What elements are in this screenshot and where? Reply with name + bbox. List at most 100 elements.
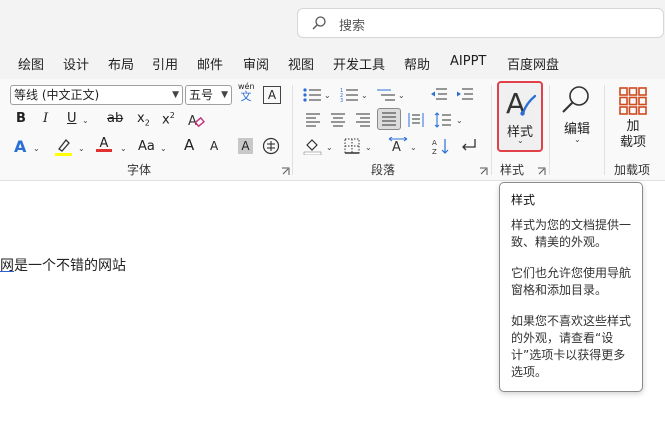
borders-icon[interactable] <box>344 138 360 154</box>
justify-button[interactable] <box>377 108 401 130</box>
bold-button[interactable]: B <box>16 111 26 126</box>
search-placeholder: 搜索 <box>339 19 366 34</box>
dialog-launcher-icon[interactable] <box>537 167 546 176</box>
document-text-first: 网 <box>0 258 14 274</box>
tab-draw[interactable]: 绘图 <box>18 54 44 73</box>
phonetic-guide-button[interactable]: wén 文 <box>238 82 255 103</box>
underline-dropdown-icon[interactable]: ⌄ <box>82 116 89 125</box>
font-group-label: 字体 <box>127 163 152 177</box>
italic-button[interactable]: I <box>43 111 48 126</box>
dialog-launcher-icon[interactable] <box>281 167 290 176</box>
numbering-icon[interactable]: 123 <box>340 87 360 103</box>
show-hide-marks-icon[interactable] <box>460 137 478 155</box>
subscript-button[interactable]: x2 <box>137 111 150 128</box>
chevron-down-icon[interactable]: ⌄ <box>361 91 368 100</box>
group-separator <box>604 85 605 175</box>
grow-font-button[interactable]: A <box>184 136 194 154</box>
document-text-rest: 是一个不错的网站 <box>14 258 126 274</box>
character-shading-button[interactable]: A <box>238 138 253 154</box>
title-bar: 搜索 <box>0 0 665 46</box>
tab-developer[interactable]: 开发工具 <box>333 54 385 73</box>
addins-group-label: 加载项 <box>614 163 651 177</box>
chevron-down-icon: ▼ <box>221 90 228 100</box>
search-icon <box>312 16 326 30</box>
justify-icon <box>382 112 396 126</box>
superscript-button[interactable]: x2 <box>162 111 175 127</box>
chevron-down-icon[interactable]: ⌄ <box>574 135 581 144</box>
phonetic-guide-bottom: 文 <box>240 90 252 103</box>
increase-indent-icon[interactable] <box>456 87 474 103</box>
add-ins-button[interactable]: 加 <box>620 119 646 134</box>
chevron-down-icon[interactable]: ⌄ <box>160 144 167 153</box>
align-right-icon[interactable] <box>355 112 371 128</box>
add-ins-label-line1: 加 <box>626 119 640 134</box>
chevron-down-icon[interactable]: ⌄ <box>33 144 40 153</box>
underline-button[interactable]: U <box>67 111 77 126</box>
add-ins-label-line2: 载项 <box>619 135 646 150</box>
tooltip-paragraph-2: 它们也允许您使用导航窗格和添加目录。 <box>511 266 632 297</box>
dialog-launcher-icon[interactable] <box>479 167 488 176</box>
text-effects-button[interactable]: A <box>14 137 26 156</box>
character-border-glyph: A <box>267 88 277 102</box>
chevron-down-icon[interactable]: ⌄ <box>324 91 331 100</box>
sort-icon[interactable]: AZ <box>432 137 450 155</box>
line-spacing-icon[interactable] <box>434 112 452 128</box>
font-color-glyph: A <box>99 136 109 151</box>
font-name-select[interactable]: 等线 (中文正文) ▼ <box>10 85 183 105</box>
superscript-glyph: x <box>162 112 170 128</box>
superscript-mark: 2 <box>169 111 175 120</box>
svg-text:A: A <box>392 140 401 155</box>
tooltip-paragraph-1: 样式为您的文档提供一致、精美的外观。 <box>511 218 632 249</box>
chevron-down-icon[interactable]: ⌄ <box>78 144 85 153</box>
chevron-down-icon[interactable]: ⌄ <box>456 116 463 125</box>
distributed-icon[interactable] <box>408 112 424 128</box>
add-ins-icon <box>619 87 647 115</box>
subscript-glyph: x <box>137 111 145 126</box>
styles-button[interactable]: A 样式 ⌄ <box>497 81 543 152</box>
svg-text:3: 3 <box>340 98 343 103</box>
multilevel-list-icon[interactable] <box>377 87 397 103</box>
tab-view[interactable]: 视图 <box>288 54 314 73</box>
highlighter-icon[interactable] <box>54 137 74 157</box>
tooltip-paragraph-3: 如果您不喜欢这些样式的外观，请查看“设计”选项卡以获得更多选项。 <box>511 314 632 379</box>
ribbon-tabs: 绘图 设计 布局 引用 邮件 审阅 视图 开发工具 帮助 AIPPT 百度网盘 <box>0 46 665 79</box>
character-border-button[interactable]: A <box>263 86 281 104</box>
tab-baidu-netdisk[interactable]: 百度网盘 <box>507 54 559 73</box>
tab-aippt[interactable]: AIPPT <box>450 54 486 69</box>
styles-tooltip: 样式 样式为您的文档提供一致、精美的外观。 它们也允许您使用导航窗格和添加目录。… <box>499 182 643 392</box>
search-box[interactable]: 搜索 <box>297 8 664 38</box>
shading-icon[interactable] <box>303 137 323 155</box>
align-left-icon[interactable] <box>305 112 321 128</box>
subscript-mark: 2 <box>144 118 150 128</box>
font-size-select[interactable]: 五号 ▼ <box>185 85 232 105</box>
tab-help[interactable]: 帮助 <box>404 54 430 73</box>
decrease-indent-icon[interactable] <box>430 87 448 103</box>
group-separator <box>549 85 550 175</box>
tab-design[interactable]: 设计 <box>63 54 89 73</box>
align-center-icon[interactable] <box>330 112 346 128</box>
tab-review[interactable]: 审阅 <box>243 54 269 73</box>
font-color-button[interactable]: A <box>96 136 112 152</box>
add-ins-button-line2[interactable]: 载项 <box>619 135 647 150</box>
tooltip-title: 样式 <box>511 193 536 207</box>
styles-icon: A <box>506 87 537 119</box>
tab-layout[interactable]: 布局 <box>108 54 134 73</box>
tab-mailings[interactable]: 邮件 <box>197 54 223 73</box>
chevron-down-icon[interactable]: ⌄ <box>398 91 405 100</box>
change-case-button[interactable]: Aa <box>138 139 155 154</box>
chevron-down-icon: ⌄ <box>517 136 524 145</box>
paragraph-group-label: 段落 <box>371 163 396 177</box>
asian-layout-icon[interactable]: A <box>388 137 408 155</box>
bullets-icon[interactable] <box>303 87 323 103</box>
strikethrough-button[interactable]: ab <box>107 111 123 126</box>
enclose-characters-icon[interactable] <box>262 137 280 155</box>
chevron-down-icon[interactable]: ⌄ <box>365 143 372 152</box>
chevron-down-icon[interactable]: ⌄ <box>120 144 127 153</box>
shrink-font-button[interactable]: A <box>210 139 218 153</box>
chevron-down-icon: ▼ <box>172 90 179 100</box>
document-text[interactable]: 网是一个不错的网站 <box>0 255 126 275</box>
chevron-down-icon[interactable]: ⌄ <box>410 143 417 152</box>
chevron-down-icon[interactable]: ⌄ <box>326 143 333 152</box>
tab-references[interactable]: 引用 <box>152 54 178 73</box>
clear-formatting-icon[interactable]: A <box>187 112 205 130</box>
